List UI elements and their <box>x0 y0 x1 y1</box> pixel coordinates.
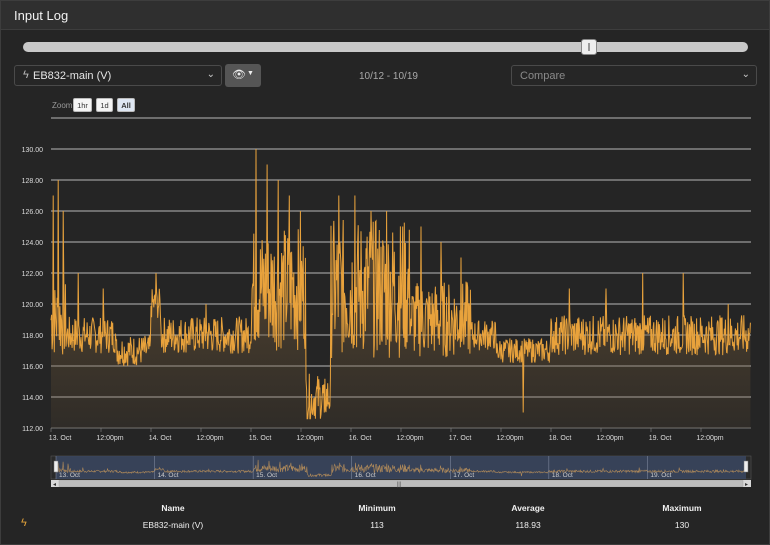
stats-row-average: 118.93 <box>515 520 541 530</box>
x-tick-label: 18. Oct <box>549 435 572 442</box>
voltage-chart[interactable]: 130.00 128.00 126.00 124.00 122.00 120.00 118.… <box>1 1 769 501</box>
stats-header-average: Average <box>511 503 545 513</box>
y-tick-label: 130.00 <box>22 147 44 154</box>
navigator-right-handle <box>743 460 749 473</box>
x-tick-label: 15. Oct <box>249 435 272 442</box>
stats-row-maximum: 130 <box>674 520 690 530</box>
y-tick-label: 112.00 <box>22 426 43 433</box>
x-tick-label: 19. Oct <box>649 435 672 442</box>
stats-row-minimum: 113 <box>370 520 384 530</box>
bolt-icon: ϟ <box>21 517 27 529</box>
x-tick-label: 12:00pm <box>296 435 323 442</box>
scroll-right-arrow-icon: ▸ <box>745 482 748 488</box>
stats-header-maximum: Maximum <box>662 503 702 513</box>
navigator-left-handle <box>53 460 59 473</box>
y-tick-label: 120.00 <box>22 302 44 309</box>
x-tick-label: 12:00pm <box>696 435 723 442</box>
x-tick-label: 12:00pm <box>596 435 623 442</box>
navigator-tick-label: 19. Oct <box>650 472 671 479</box>
stats-header-minimum: Minimum <box>358 503 396 513</box>
navigator-tick-label: 17. Oct <box>453 472 474 479</box>
x-tick-label: 12:00pm <box>496 435 523 442</box>
y-tick-label: 122.00 <box>22 271 44 278</box>
navigator-tick-label: 13. Oct <box>59 472 80 479</box>
y-tick-label: 116.00 <box>22 364 43 371</box>
stats-row-name: EB832-main (V) <box>142 520 204 530</box>
navigator-tick-label: 18. Oct <box>552 472 573 479</box>
x-tick-label: 14. Oct <box>149 435 172 442</box>
y-tick-label: 114.00 <box>22 395 43 402</box>
x-tick-label: 12:00pm <box>396 435 423 442</box>
navigator-tick-label: 14. Oct <box>158 472 179 479</box>
navigator-tick-label: 16. Oct <box>355 472 376 479</box>
scrollbar-grip-icon: ||| <box>397 482 402 488</box>
x-tick-label: 12:00pm <box>96 435 123 442</box>
input-log-panel: Input Log ϟ EB832-main (V) ⌄ 👁 ▼ 10/12 -… <box>0 0 770 545</box>
navigator-tick-label: 15. Oct <box>256 472 277 479</box>
y-tick-label: 124.00 <box>22 240 44 247</box>
x-tick-label: 12:00pm <box>196 435 223 442</box>
x-tick-label: 17. Oct <box>449 435 472 442</box>
x-tick-label: 16. Oct <box>349 435 372 442</box>
x-tick-label: 13. Oct <box>49 435 72 442</box>
stats-header-name: Name <box>161 503 185 513</box>
scroll-left-arrow-icon: ◂ <box>53 482 56 488</box>
y-tick-label: 126.00 <box>22 209 44 216</box>
y-tick-label: 118.00 <box>22 333 43 340</box>
y-tick-label: 128.00 <box>22 178 44 185</box>
